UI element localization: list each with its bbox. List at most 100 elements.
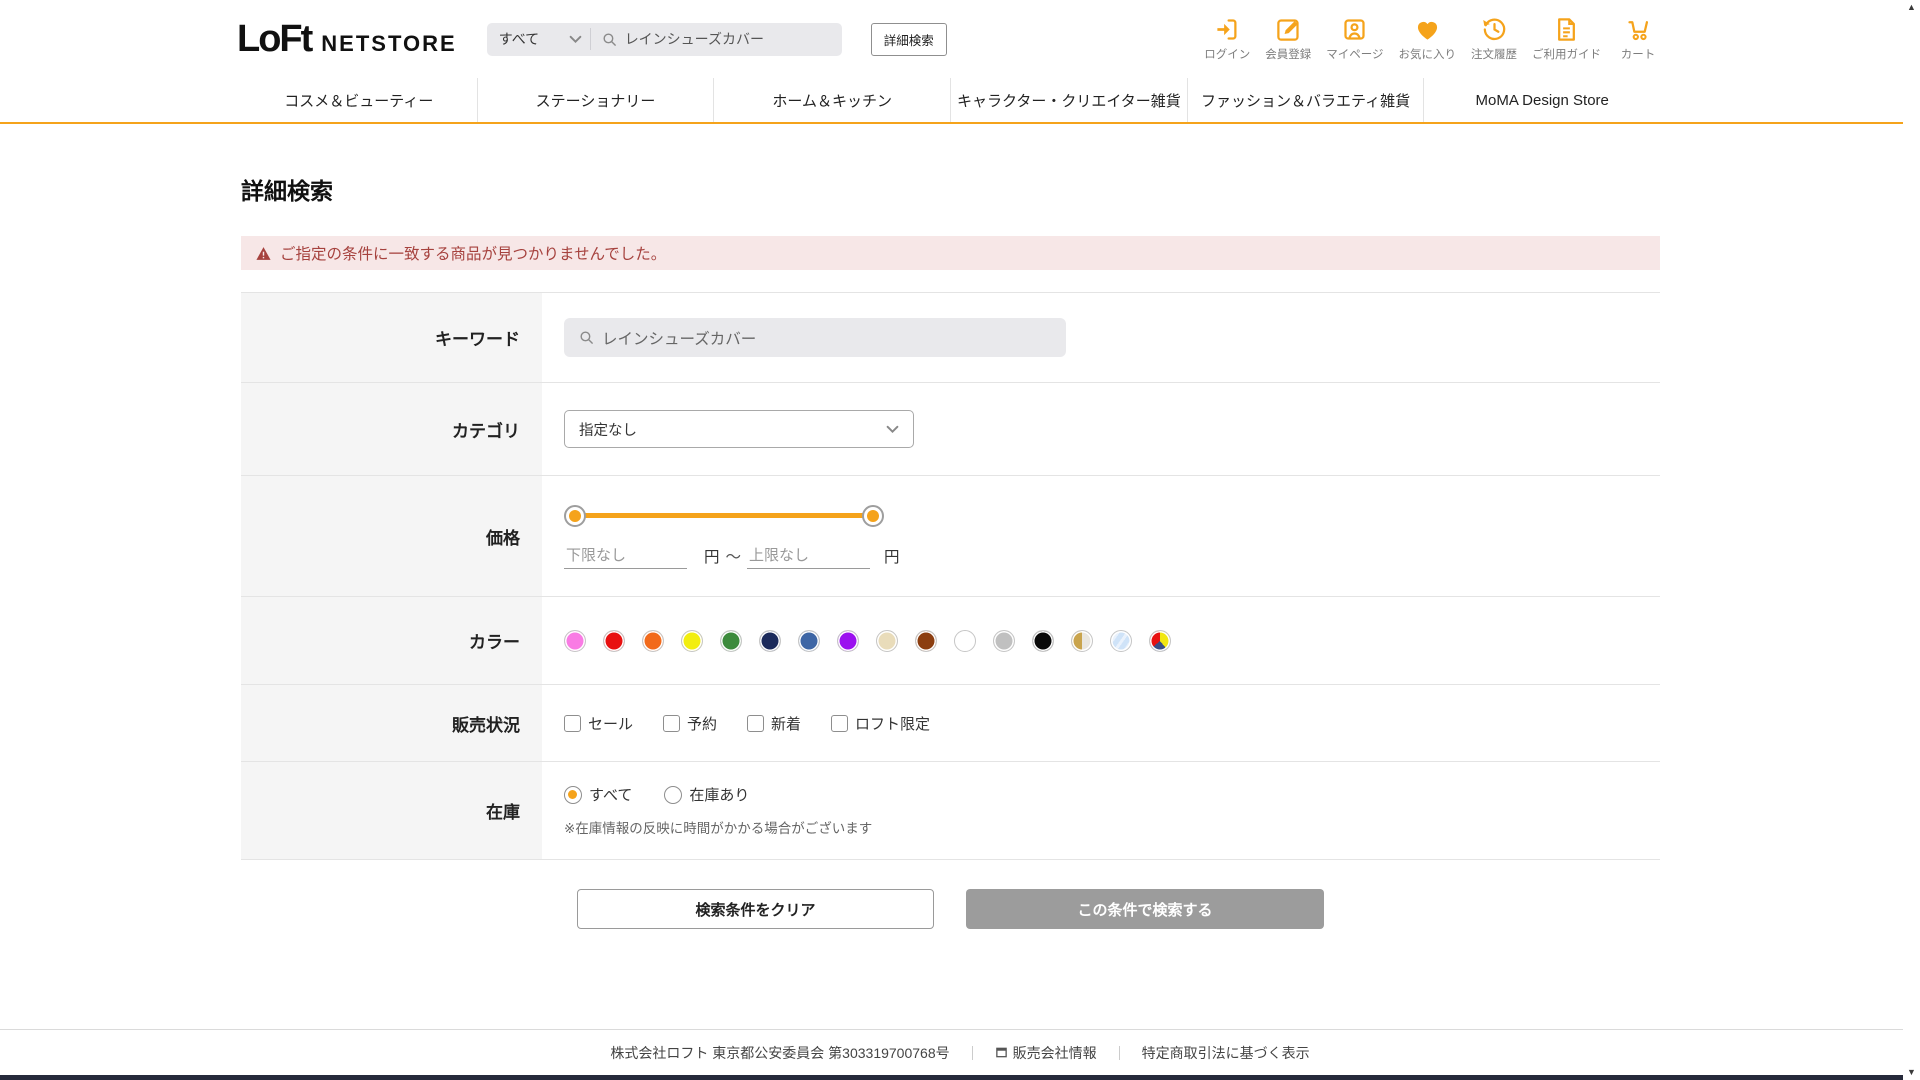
no-results-alert: ご指定の条件に一致する商品が見つかりませんでした。 (241, 236, 1660, 270)
color-swatch-navy[interactable] (759, 630, 781, 652)
price-slider-min-handle[interactable] (564, 505, 586, 527)
logo-loft-text: LoFt (237, 18, 311, 61)
color-swatch-white[interactable] (954, 630, 976, 652)
cart-label: カート (1621, 46, 1656, 62)
logo-netstore-text: NETSTORE (321, 31, 456, 57)
price-min-input[interactable] (564, 545, 687, 569)
color-swatch-red[interactable] (603, 630, 625, 652)
nav-character-creator[interactable]: キャラクター・クリエイター雑貨 (950, 78, 1187, 122)
stock-in-stock-radio-label: 在庫あり (689, 784, 749, 805)
loft-netstore-logo[interactable]: LoFt NETSTORE (237, 18, 457, 61)
category-row: カテゴリ 指定なし (241, 383, 1660, 476)
color-swatch-multicolor[interactable] (1149, 630, 1171, 652)
header-search-input[interactable] (625, 31, 825, 47)
page-title: 詳細検索 (241, 172, 1660, 206)
loft-exclusive-checkbox-label: ロフト限定 (855, 713, 930, 734)
header: LoFt NETSTORE すべて 詳細検索 ログイン 会員登録 マイページ お (0, 0, 1920, 78)
mypage-link[interactable]: マイページ (1326, 16, 1383, 62)
new-arrival-checkbox[interactable] (747, 715, 764, 732)
favorites-link[interactable]: お気に入り (1399, 16, 1457, 62)
sale-checkbox[interactable] (564, 715, 581, 732)
order-history-link[interactable]: 注文履歴 (1471, 16, 1517, 62)
color-swatch-blue[interactable] (798, 630, 820, 652)
header-search-bar: すべて (487, 23, 842, 56)
stock-in-stock-radio[interactable] (664, 786, 682, 804)
main-content: 詳細検索 ご指定の条件に一致する商品が見つかりませんでした。 キーワード カテゴ… (241, 172, 1660, 1080)
color-swatch-purple[interactable] (837, 630, 859, 652)
no-results-message: ご指定の条件に一致する商品が見つかりませんでした。 (280, 242, 666, 264)
scrollbar[interactable]: ▲ ▼ (1903, 0, 1920, 1080)
color-swatch-list (564, 630, 1660, 652)
price-max-unit: 円 (884, 545, 900, 567)
price-range-separator: ～ (726, 545, 742, 567)
order-history-label: 注文履歴 (1471, 46, 1517, 62)
search-with-conditions-button[interactable]: この条件で検索する (966, 889, 1324, 929)
price-range-slider (564, 505, 884, 527)
stock-note: ※在庫情報の反映に時間がかかる場合がございます (564, 817, 1660, 837)
login-link[interactable]: ログイン (1204, 16, 1250, 62)
stock-in-stock-radio-item[interactable]: 在庫あり (664, 784, 749, 805)
color-swatch-clear[interactable] (1110, 630, 1132, 652)
register-label: 会員登録 (1265, 46, 1311, 62)
scrollbar-up-arrow[interactable]: ▲ (1907, 3, 1916, 12)
category-select-value: 指定なし (579, 419, 886, 440)
order-history-icon (1481, 16, 1508, 43)
stock-all-radio-item[interactable]: すべて (564, 784, 632, 805)
loft-exclusive-checkbox-item[interactable]: ロフト限定 (831, 713, 930, 734)
stock-all-radio[interactable] (564, 786, 582, 804)
search-category-dropdown[interactable]: すべて (487, 23, 590, 56)
cart-link[interactable]: カート (1616, 16, 1660, 62)
guide-link[interactable]: ご利用ガイド (1532, 16, 1601, 62)
clear-conditions-button[interactable]: 検索条件をクリア (577, 889, 934, 929)
nav-stationery[interactable]: ステーショナリー (477, 78, 714, 122)
color-swatch-brown[interactable] (915, 630, 937, 652)
reservation-checkbox-item[interactable]: 予約 (663, 713, 717, 734)
reservation-checkbox[interactable] (663, 715, 680, 732)
keyword-label: キーワード (241, 293, 542, 382)
mypage-icon (1341, 16, 1368, 43)
new-arrival-checkbox-item[interactable]: 新着 (747, 713, 801, 734)
category-select[interactable]: 指定なし (564, 410, 914, 448)
sales-status-row: 販売状況 セール 予約 新着 (241, 685, 1660, 762)
footer: 株式会社ロフト 東京都公安委員会 第303319700768号 販売会社情報 特… (0, 1029, 1920, 1075)
footer-dark-bar (0, 1075, 1903, 1080)
price-max-input[interactable] (747, 545, 870, 569)
chevron-down-icon (569, 35, 582, 44)
nav-fashion-variety[interactable]: ファッション＆バラエティ雑貨 (1187, 78, 1424, 122)
nav-moma-design-store[interactable]: MoMA Design Store (1423, 78, 1660, 122)
color-swatch-pink[interactable] (564, 630, 586, 652)
color-swatch-yellow[interactable] (681, 630, 703, 652)
nav-cosme-beauty[interactable]: コスメ＆ビューティー (241, 78, 477, 122)
warning-icon (255, 245, 272, 262)
scrollbar-down-arrow[interactable]: ▼ (1907, 1068, 1916, 1077)
nav-home-kitchen[interactable]: ホーム＆キッチン (713, 78, 950, 122)
price-slider-max-handle[interactable] (862, 505, 884, 527)
color-swatch-gray[interactable] (993, 630, 1015, 652)
footer-link-tokushoho[interactable]: 特定商取引法に基づく表示 (1142, 1043, 1310, 1063)
footer-company-info: 株式会社ロフト 東京都公安委員会 第303319700768号 (610, 1043, 949, 1063)
price-row: 価格 円 ～ 円 (241, 476, 1660, 597)
sale-checkbox-item[interactable]: セール (564, 713, 633, 734)
footer-link-tokushoho-label: 特定商取引法に基づく表示 (1142, 1043, 1310, 1063)
color-swatch-green[interactable] (720, 630, 742, 652)
footer-divider (972, 1046, 973, 1060)
color-swatch-black[interactable] (1032, 630, 1054, 652)
window-icon (995, 1046, 1008, 1059)
footer-divider (1119, 1046, 1120, 1060)
search-icon (578, 329, 595, 346)
login-label: ログイン (1204, 46, 1250, 62)
keyword-input[interactable] (602, 329, 1032, 347)
register-link[interactable]: 会員登録 (1265, 16, 1311, 62)
loft-exclusive-checkbox[interactable] (831, 715, 848, 732)
color-swatch-orange[interactable] (642, 630, 664, 652)
new-arrival-checkbox-label: 新着 (771, 713, 801, 734)
footer-link-seller-info[interactable]: 販売会社情報 (995, 1043, 1097, 1063)
heart-icon (1414, 16, 1441, 43)
category-label: カテゴリ (241, 383, 542, 475)
color-swatch-beige[interactable] (876, 630, 898, 652)
search-icon (601, 31, 618, 48)
stock-label: 在庫 (241, 762, 542, 859)
advanced-search-button[interactable]: 詳細検索 (871, 23, 947, 56)
stock-all-radio-label: すべて (589, 784, 632, 805)
color-swatch-gold-silver[interactable] (1071, 630, 1093, 652)
